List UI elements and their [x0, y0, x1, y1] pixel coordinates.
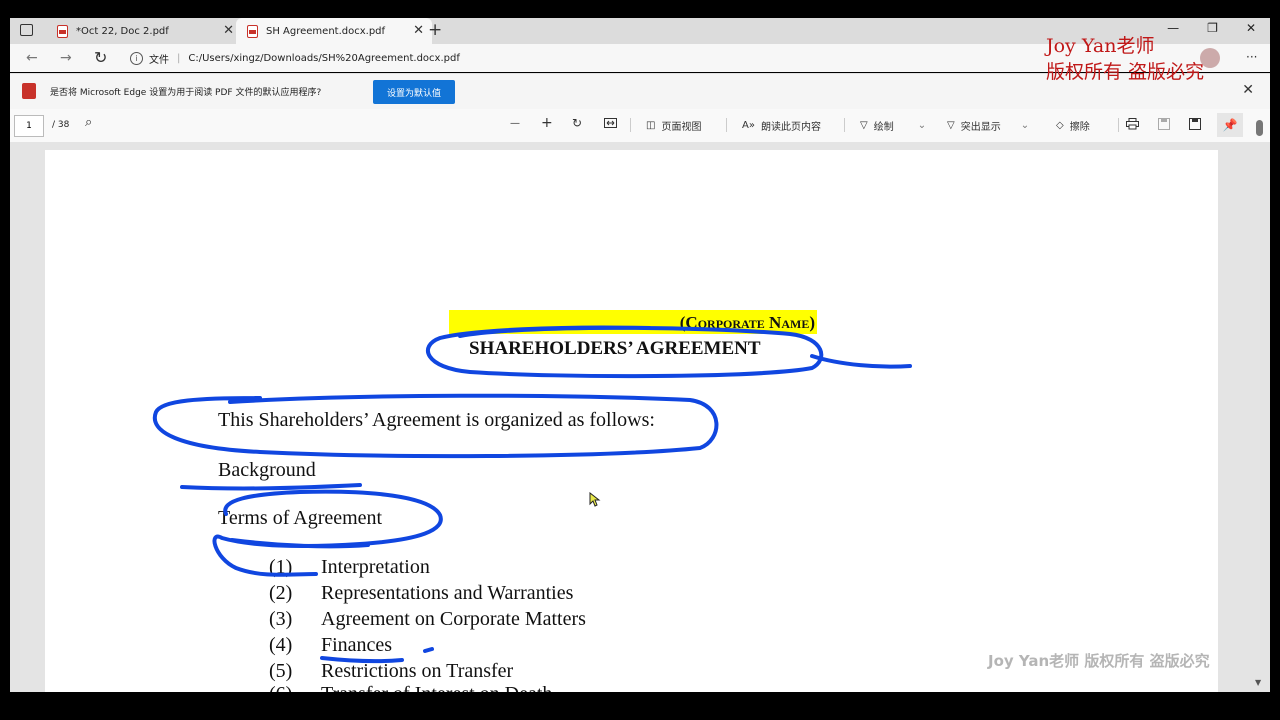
- back-icon[interactable]: ←: [26, 50, 38, 66]
- pdf-toolbar: 1 / 38 ⌕ — + ↻ ◫ 页面视图 A» 朗读此页内容 ▽ 绘制 ⌄ ▽ 突出显示…: [10, 109, 1270, 143]
- zoom-in-button[interactable]: +: [541, 115, 553, 131]
- clipped-line: (6) Transfer of Interest on Death: [45, 684, 745, 692]
- watermark-line: Joy Yan老师: [1046, 35, 1155, 57]
- close-window-button[interactable]: ✕: [1246, 21, 1256, 35]
- page-view-label: 页面视图: [661, 122, 702, 133]
- eraser-icon: ◇: [1056, 120, 1064, 131]
- highlight-icon: ▽: [947, 120, 955, 131]
- info-icon[interactable]: i: [130, 51, 143, 65]
- tab-sh-agreement[interactable]: SH Agreement.docx.pdf ✕: [236, 18, 432, 44]
- notification-message: 是否将 Microsoft Edge 设置为用于阅读 PDF 文件的默认应用程序…: [50, 88, 322, 98]
- pdf-file-icon: [246, 24, 258, 38]
- scroll-down-icon[interactable]: ▼: [1255, 678, 1261, 687]
- highlight-label: 突出显示: [960, 122, 1001, 133]
- read-aloud-label: 朗读此页内容: [760, 122, 821, 133]
- intro-text: This Shareholders’ Agreement is organize…: [218, 409, 655, 431]
- refresh-icon[interactable]: ↻: [94, 48, 107, 67]
- item-number: (2): [269, 582, 293, 604]
- page-view-icon: ◫: [646, 120, 656, 131]
- close-notification-icon[interactable]: ✕: [1242, 82, 1254, 98]
- scrollbar[interactable]: ▼: [1254, 116, 1266, 692]
- item-text: Finances: [321, 634, 393, 656]
- item-number: (4): [269, 634, 293, 656]
- document-title: SHAREHOLDERS’ AGREEMENT: [469, 338, 761, 359]
- draw-label: 绘制: [873, 122, 894, 133]
- tab-actions-icon[interactable]: [20, 24, 33, 36]
- read-aloud-button[interactable]: A» 朗读此页内容: [742, 118, 821, 133]
- new-tab-button[interactable]: +: [428, 20, 442, 40]
- pdf-icon: [22, 83, 36, 99]
- divider: [844, 118, 845, 132]
- page-count: / 38: [52, 120, 70, 130]
- more-icon[interactable]: ···: [1246, 50, 1257, 64]
- item-text: Representations and Warranties: [321, 582, 574, 604]
- divider: |: [177, 52, 181, 64]
- item-text: Interpretation: [321, 556, 430, 578]
- forward-icon[interactable]: →: [60, 50, 72, 66]
- pdf-file-icon: [56, 24, 68, 38]
- item-text: Agreement on Corporate Matters: [321, 608, 586, 630]
- draw-button[interactable]: ▽ 绘制 ⌄: [860, 118, 926, 133]
- item-text: Restrictions on Transfer: [321, 660, 514, 682]
- item-number: (3): [269, 608, 293, 630]
- divider: [726, 118, 727, 132]
- erase-button[interactable]: ◇ 擦除: [1056, 118, 1090, 133]
- chevron-down-icon[interactable]: ⌄: [918, 120, 926, 131]
- erase-label: 擦除: [1069, 122, 1090, 133]
- tab-label: SH Agreement.docx.pdf: [266, 25, 386, 37]
- highlight-button[interactable]: ▽ 突出显示 ⌄: [947, 118, 1029, 133]
- print-icon[interactable]: [1126, 118, 1139, 130]
- item-number: (6): [269, 684, 292, 692]
- url-text: C:/Users/xingz/Downloads/SH%20Agreement.…: [188, 52, 460, 64]
- divider: [1118, 118, 1119, 132]
- fit-page-icon[interactable]: [604, 118, 617, 128]
- url-field[interactable]: i 文件 | C:/Users/xingz/Downloads/SH%20Agr…: [130, 48, 460, 68]
- divider: [630, 118, 631, 132]
- close-tab-icon[interactable]: ✕: [223, 23, 234, 38]
- tab-label: *Oct 22, Doc 2.pdf: [76, 25, 169, 37]
- mouse-cursor: [589, 492, 601, 507]
- terms-heading: Terms of Agreement: [218, 507, 383, 529]
- read-aloud-icon: A»: [742, 120, 755, 131]
- restore-button[interactable]: ❐: [1207, 21, 1218, 35]
- save-as-icon[interactable]: [1189, 118, 1201, 130]
- scheme-label: 文件: [149, 54, 169, 66]
- tab-oct22[interactable]: *Oct 22, Doc 2.pdf ✕: [46, 18, 242, 44]
- search-icon[interactable]: ⌕: [85, 115, 92, 130]
- background-heading: Background: [218, 459, 316, 481]
- page-view-button[interactable]: ◫ 页面视图: [646, 118, 701, 133]
- item-text: Transfer of Interest on Death: [321, 684, 552, 692]
- close-tab-icon[interactable]: ✕: [413, 23, 424, 38]
- corporate-name: (Corporate Name): [679, 313, 815, 332]
- set-default-button[interactable]: 设置为默认值: [373, 80, 455, 104]
- watermark-line: 版权所有 盗版必究: [1046, 61, 1205, 83]
- watermark-top: Joy Yan老师 版权所有 盗版必究: [1046, 33, 1204, 85]
- pin-icon[interactable]: 📌: [1217, 113, 1243, 137]
- item-number: (5): [269, 660, 293, 682]
- watermark-bottom: Joy Yan老师 版权所有 盗版必究: [988, 652, 1210, 670]
- scrollbar-thumb[interactable]: [1256, 120, 1263, 136]
- chevron-down-icon[interactable]: ⌄: [1021, 120, 1029, 131]
- zoom-out-button[interactable]: —: [510, 118, 520, 129]
- draw-icon: ▽: [860, 120, 868, 131]
- page-number-input[interactable]: 1: [14, 115, 44, 137]
- rotate-icon[interactable]: ↻: [572, 116, 582, 130]
- save-icon[interactable]: [1158, 118, 1170, 130]
- corporate-name-highlight: (Corporate Name): [449, 310, 817, 334]
- item-number: (1): [269, 556, 293, 578]
